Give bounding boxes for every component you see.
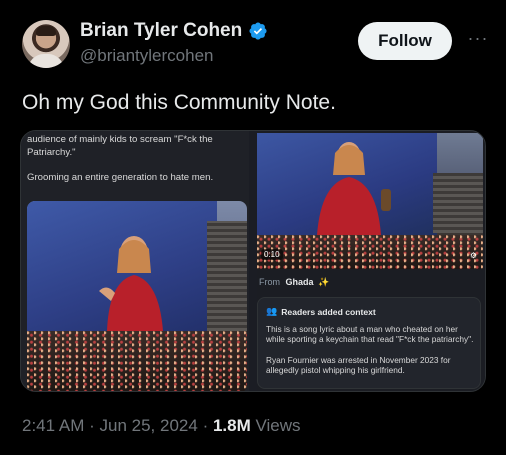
- community-note-header: 👥 Readers added context: [266, 306, 376, 317]
- tweet-header: Brian Tyler Cohen @briantylercohen Follo…: [22, 18, 492, 78]
- concert-video[interactable]: 0:10 ⚙: [257, 133, 483, 269]
- more-options-icon[interactable]: ···: [464, 29, 492, 50]
- quoted-screenshot-right: 0:10 ⚙ From Ghada ✨ 👥 Readers added cont…: [257, 131, 485, 391]
- concert-image-left: [27, 201, 247, 391]
- users-icon: 👥: [266, 306, 278, 316]
- community-note-body: This is a song lyric about a man who che…: [266, 324, 476, 376]
- quoted-text-line2: Grooming an entire generation to hate me…: [27, 172, 214, 183]
- tweet-text: Oh my God this Community Note.: [22, 91, 336, 114]
- verified-badge-icon: [248, 21, 268, 41]
- tweet-metadata: 2:41 AM · Jun 25, 2024 · 1.8M Views: [22, 416, 301, 436]
- separator: ·: [89, 416, 95, 435]
- community-note-title: Readers added context: [281, 306, 376, 317]
- community-note[interactable]: 👥 Readers added context This is a song l…: [257, 297, 481, 389]
- author-handle[interactable]: @briantylercohen: [80, 46, 214, 66]
- avatar[interactable]: [22, 20, 70, 68]
- video-settings-icon[interactable]: ⚙: [470, 251, 477, 260]
- follow-button[interactable]: Follow: [358, 22, 452, 60]
- note-paragraph-1: This is a song lyric about a man who che…: [266, 324, 474, 345]
- video-timestamp: 0:10: [261, 249, 283, 260]
- tweet-time[interactable]: 2:41 AM: [22, 416, 84, 435]
- video-author[interactable]: Ghada: [286, 277, 314, 287]
- note-paragraph-2: Ryan Fournier was arrested in November 2…: [266, 354, 451, 376]
- sparkle-emoji: ✨: [318, 277, 330, 287]
- views-count: 1.8M: [212, 416, 251, 435]
- tweet-date[interactable]: Jun 25, 2024: [100, 416, 198, 435]
- tweet-media[interactable]: audience of mainly kids to scream "F*ck …: [20, 130, 486, 392]
- singer-figure: [99, 236, 163, 331]
- quoted-screenshot-left: audience of mainly kids to scream "F*ck …: [21, 131, 249, 391]
- quoted-text-line1: audience of mainly kids to scream "F*ck …: [27, 134, 213, 158]
- author-name-row: Brian Tyler Cohen: [80, 20, 268, 42]
- video-attribution: From Ghada ✨: [259, 277, 329, 288]
- views-label: Views: [255, 416, 301, 435]
- singer-figure-right: [317, 142, 391, 235]
- quoted-text: audience of mainly kids to scream "F*ck …: [27, 134, 245, 185]
- from-label: From: [259, 277, 280, 287]
- separator-2: ·: [202, 416, 209, 435]
- author-name[interactable]: Brian Tyler Cohen: [80, 20, 242, 42]
